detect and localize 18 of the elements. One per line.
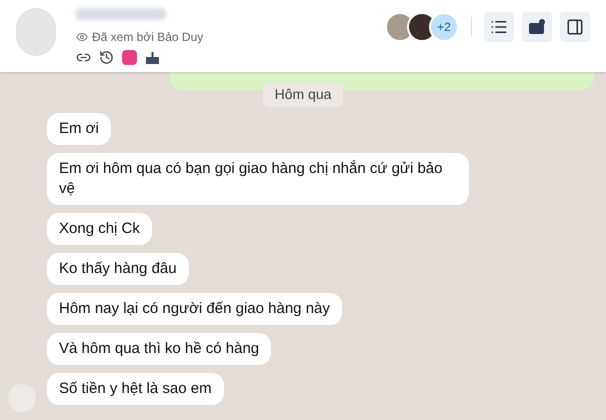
side-panel-icon [566, 18, 584, 36]
message-bubble: Xong chị Ck [47, 213, 152, 245]
list-icon [490, 18, 508, 36]
message-bubble: Hôm nay lại có người đến giao hàng này [47, 293, 342, 325]
message-bubble: Và hôm qua thì ko hề có hàng [47, 333, 272, 365]
avatar-placeholder [16, 8, 56, 56]
panel-button[interactable] [560, 12, 590, 42]
list-button[interactable] [484, 12, 514, 42]
eye-icon [76, 31, 88, 43]
message-bubble: Số tiền y hệt là sao em [47, 373, 224, 405]
history-icon[interactable] [99, 50, 114, 65]
seen-by-text: Đã xem bởi Bảo Duy [92, 29, 204, 46]
inbox-button[interactable] [522, 12, 552, 42]
more-members-badge[interactable]: +2 [429, 12, 459, 42]
inbox-icon [528, 19, 546, 35]
message-bubble: Em ơi hôm qua có bạn gọi giao hàng chị nhắn cứ gửi bảo vệ [47, 153, 469, 205]
message-bubble: Em ơi [47, 113, 111, 145]
message-bubble: Ko thấy hàng đâu [47, 253, 189, 285]
